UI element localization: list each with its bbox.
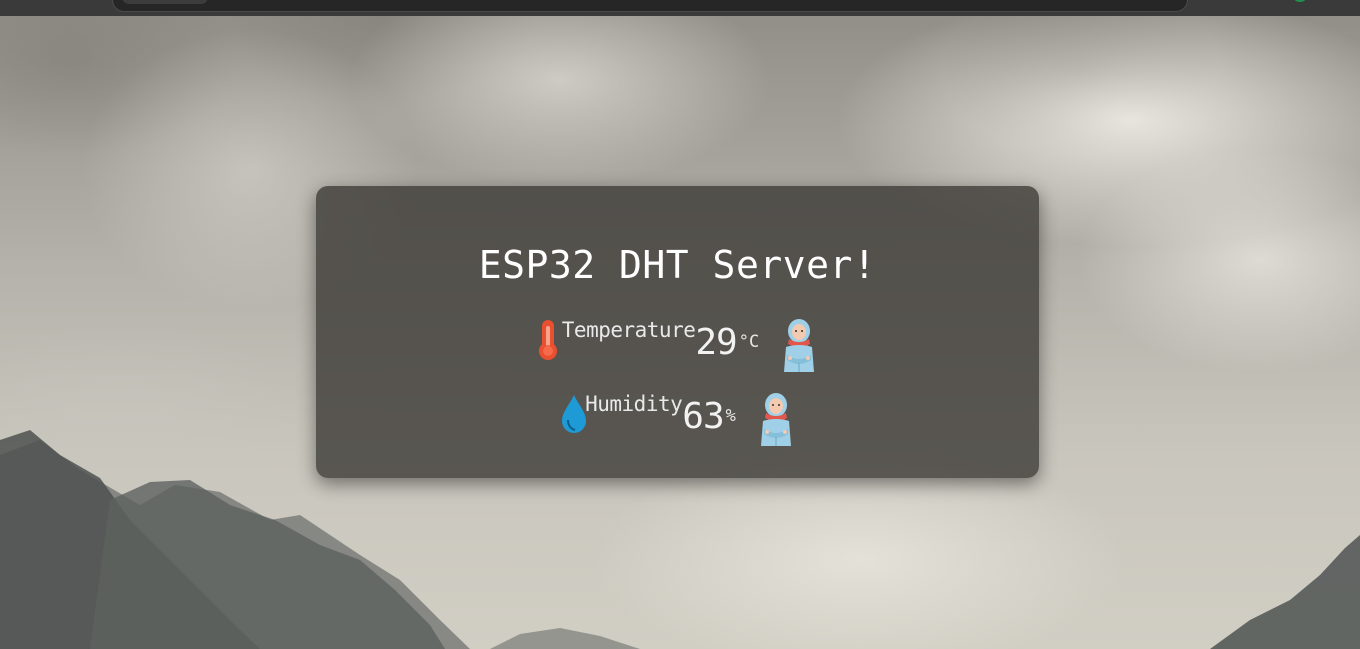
humidity-value: 63 (682, 396, 724, 437)
address-bar-chip[interactable] (122, 0, 208, 4)
page-title: ESP32 DHT Server! (478, 243, 877, 287)
extension-icon[interactable] (1294, 0, 1306, 2)
cold-person-icon (756, 391, 796, 447)
sensor-card: ESP32 DHT Server! Temperature 29 °C Humi… (316, 186, 1039, 478)
temperature-label: Temperature (561, 318, 696, 342)
humidity-row: Humidity 63 % (316, 392, 1039, 447)
humidity-unit: % (725, 406, 736, 426)
temperature-row: Temperature 29 °C (316, 318, 1039, 373)
browser-toolbar (0, 0, 1360, 16)
humidity-label: Humidity (585, 392, 683, 416)
water-drop-icon (559, 392, 587, 436)
temperature-value: 29 (695, 322, 737, 363)
page: ESP32 DHT Server! Temperature 29 °C Humi… (0, 0, 1360, 649)
thermometer-icon (536, 318, 562, 362)
cold-person-icon (779, 317, 819, 373)
address-bar[interactable] (112, 0, 1188, 12)
temperature-unit: °C (738, 332, 760, 352)
